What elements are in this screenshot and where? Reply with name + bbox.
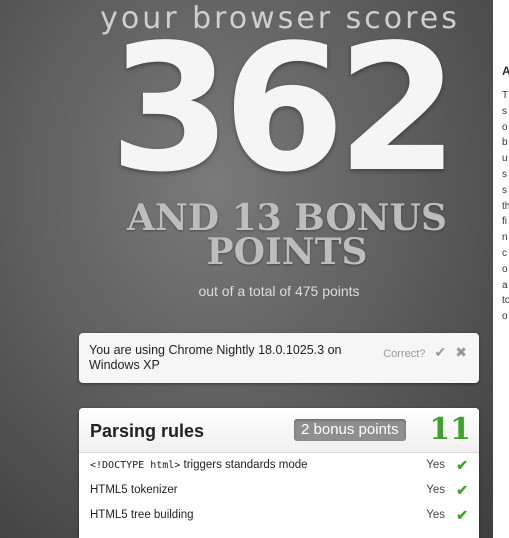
test-row: HTML5 tree building Yes ✔	[79, 503, 479, 528]
right-column-line: o	[502, 121, 508, 133]
close-icon[interactable]: ✖	[455, 344, 467, 360]
section-title: Parsing rules	[90, 421, 205, 441]
total-points-text: out of a total of 475 points	[198, 283, 360, 299]
test-result: Yes	[426, 459, 445, 471]
test-list: <!DOCTYPE html> triggers standards mode …	[79, 453, 479, 528]
right-column-line: c	[502, 247, 507, 259]
correct-label: Correct?	[383, 348, 426, 360]
check-icon[interactable]: ✔	[434, 344, 446, 360]
right-column-line: to	[502, 295, 509, 307]
check-icon: ✔	[456, 507, 468, 523]
right-column-line: o	[502, 263, 508, 275]
right-column-line: b	[502, 137, 508, 149]
browser-info-panel: You are using Chrome Nightly 18.0.1025.3…	[79, 333, 479, 383]
bonus-points-line-2: POINTS	[206, 231, 368, 273]
right-column-line: T	[502, 90, 509, 101]
test-label: triggers standards mode	[180, 459, 308, 471]
browser-info-text: You are using Chrome Nightly 18.0.1025.3…	[89, 343, 342, 372]
test-result: Yes	[426, 484, 445, 496]
right-column-text: A T s o b u s s th fi n c o a to o	[502, 60, 509, 325]
test-label: HTML5 tokenizer	[90, 484, 178, 496]
test-result: Yes	[426, 509, 445, 521]
right-column-line: th	[502, 200, 509, 212]
check-icon: ✔	[456, 457, 468, 473]
score-number: 362	[109, 8, 458, 211]
parsing-rules-section: Parsing rules 2 bonus points 11 <!DOCTYP…	[79, 408, 479, 538]
right-column-line: s	[502, 168, 507, 180]
correct-prompt: Correct? ✔ ✖	[383, 344, 467, 361]
right-column-line: s	[502, 105, 507, 117]
section-header[interactable]: Parsing rules 2 bonus points 11	[79, 408, 479, 453]
test-row: <!DOCTYPE html> triggers standards mode …	[79, 453, 479, 478]
test-label: HTML5 tree building	[90, 509, 194, 521]
right-column-line: fi	[502, 216, 507, 228]
section-score: 11	[429, 412, 471, 447]
test-row: HTML5 tokenizer Yes ✔	[79, 478, 479, 503]
right-column-line: s	[502, 184, 507, 196]
right-column-line: n	[502, 232, 508, 244]
test-code: <!DOCTYPE html>	[90, 460, 181, 471]
right-column-heading: A	[502, 64, 509, 78]
right-column-line: o	[502, 311, 508, 323]
bonus-badge: 2 bonus points	[294, 419, 406, 441]
right-column-line: a	[502, 279, 508, 291]
right-column-line: u	[502, 153, 508, 165]
check-icon: ✔	[456, 482, 468, 498]
